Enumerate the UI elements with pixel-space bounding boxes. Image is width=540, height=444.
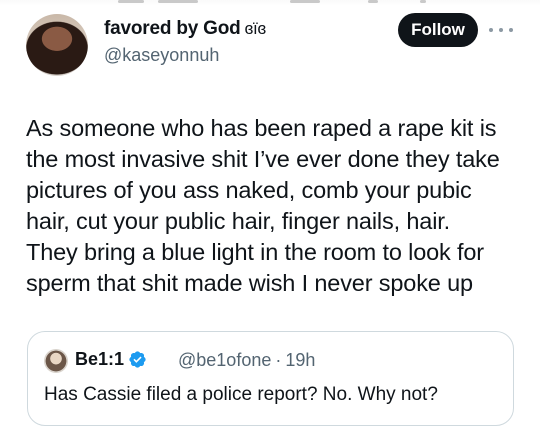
- meta-separator: ·: [275, 350, 282, 370]
- quoted-tweet-meta: @be1ofone · 19h: [178, 350, 315, 371]
- tweet-line: hair, cut your public hair, finger nails…: [26, 208, 451, 234]
- quoted-author-avatar[interactable]: [44, 349, 68, 373]
- quoted-tweet-time[interactable]: 19h: [285, 350, 315, 371]
- tweet-line: the most invasive shit I’ve ever done th…: [26, 146, 500, 172]
- quoted-tweet-text: Has Cassie filed a police report? No. Wh…: [44, 384, 438, 405]
- author-handle[interactable]: @kaseyonnuh: [104, 45, 219, 66]
- quoted-author-handle[interactable]: @be1ofone: [178, 350, 271, 371]
- tweet-text: As someone who has been raped a rape kit…: [26, 113, 526, 299]
- tweet-line: pictures of you ass naked, comb your pub…: [26, 177, 472, 203]
- author-avatar[interactable]: [26, 14, 88, 76]
- tweet-line: sperm that shit made wish I never spoke …: [26, 270, 473, 296]
- more-dots-icon[interactable]: [489, 22, 513, 38]
- tweet-line: They bring a blue light in the room to l…: [26, 239, 484, 265]
- verified-badge-icon: [129, 351, 146, 368]
- author-display-name[interactable]: favored by God: [104, 18, 241, 40]
- quoted-author-name-row[interactable]: Be1:1: [75, 349, 147, 370]
- follow-button[interactable]: Follow: [398, 13, 478, 47]
- quoted-tweet-card[interactable]: Be1:1 @be1ofone · 19h Has Cassie filed a…: [27, 331, 514, 426]
- author-name-glyphs: ɞïɞ: [244, 19, 267, 38]
- quoted-author-display-name[interactable]: Be1:1: [75, 349, 124, 370]
- author-name-row[interactable]: favored by God ɞïɞ: [104, 18, 266, 40]
- cropped-previous-content: [0, 0, 540, 6]
- tweet-line: As someone who has been raped a rape kit…: [26, 115, 497, 141]
